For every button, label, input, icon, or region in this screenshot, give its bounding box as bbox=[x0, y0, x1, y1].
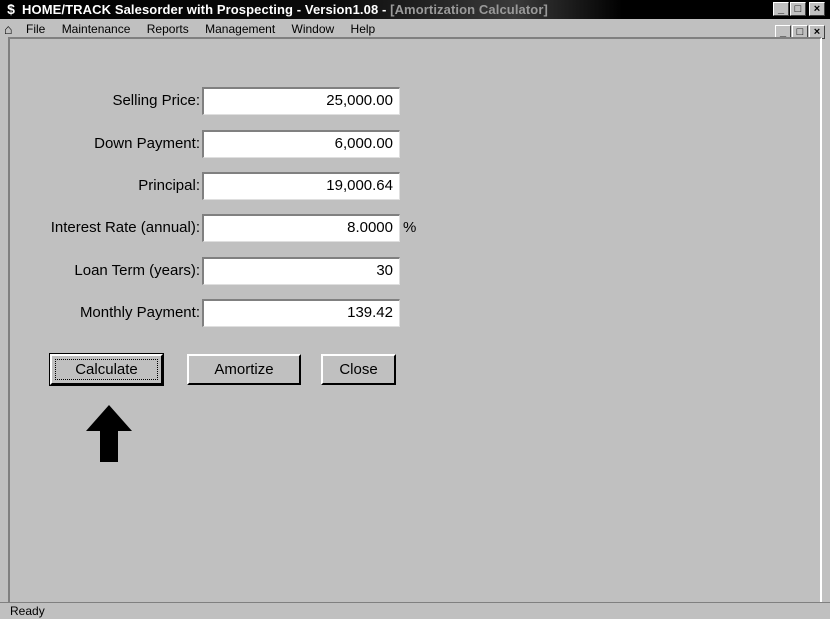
down-payment-label: Down Payment: bbox=[94, 135, 200, 152]
close-window-button[interactable]: × bbox=[809, 2, 825, 16]
monthly-payment-field[interactable]: 139.42 bbox=[202, 299, 400, 327]
percent-unit: % bbox=[403, 219, 417, 236]
menu-management[interactable]: Management bbox=[205, 22, 275, 36]
menu-help[interactable]: Help bbox=[351, 22, 376, 36]
calculate-button[interactable]: Calculate bbox=[49, 353, 164, 386]
title-bar[interactable]: $ HOME/TRACK Salesorder with Prospecting… bbox=[0, 0, 830, 19]
menu-window[interactable]: Window bbox=[292, 22, 335, 36]
close-button[interactable]: Close bbox=[321, 354, 396, 385]
maximize-button[interactable]: □ bbox=[790, 2, 806, 16]
dollar-icon[interactable]: $ bbox=[4, 2, 18, 16]
interest-rate-field[interactable]: 8.0000 bbox=[202, 214, 400, 242]
up-arrow-icon bbox=[86, 405, 132, 462]
status-text: Ready bbox=[10, 604, 45, 618]
selling-price-field[interactable]: 25,000.00 bbox=[202, 87, 400, 115]
home-icon[interactable]: ⌂ bbox=[4, 21, 12, 37]
minimize-button[interactable]: _ bbox=[773, 2, 789, 16]
selling-price-label: Selling Price: bbox=[112, 92, 200, 109]
loan-term-label: Loan Term (years): bbox=[74, 262, 200, 279]
principal-field[interactable]: 19,000.64 bbox=[202, 172, 400, 200]
amortize-button[interactable]: Amortize bbox=[187, 354, 301, 385]
loan-term-field[interactable]: 30 bbox=[202, 257, 400, 285]
window-title: HOME/TRACK Salesorder with Prospecting -… bbox=[22, 2, 548, 17]
menu-reports[interactable]: Reports bbox=[147, 22, 189, 36]
interest-rate-label: Interest Rate (annual): bbox=[50, 219, 200, 236]
amortization-calculator-form: Selling Price: 25,000.00 Down Payment: 6… bbox=[8, 37, 822, 607]
down-payment-field[interactable]: 6,000.00 bbox=[202, 130, 400, 158]
status-bar: Ready bbox=[0, 602, 830, 619]
principal-label: Principal: bbox=[138, 177, 200, 194]
menu-file[interactable]: File bbox=[26, 22, 45, 36]
monthly-payment-label: Monthly Payment: bbox=[79, 304, 200, 321]
menu-maintenance[interactable]: Maintenance bbox=[62, 22, 131, 36]
